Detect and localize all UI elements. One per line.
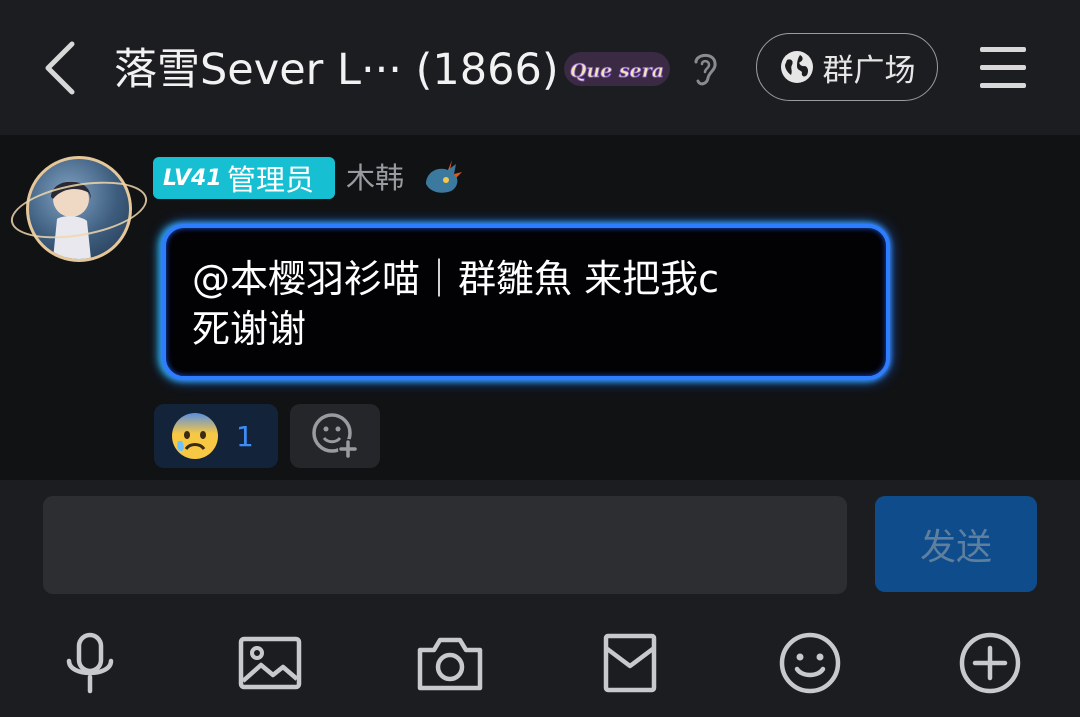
voice-button[interactable] xyxy=(55,628,125,698)
add-emoji-icon xyxy=(312,413,358,459)
plus-icon xyxy=(959,632,1021,694)
red-packet-icon xyxy=(603,633,657,693)
group-plaza-label: 群广场 xyxy=(822,52,916,89)
message-text-line-2: 死谢谢 xyxy=(192,307,307,351)
anxious-face-with-sweat-icon xyxy=(172,413,218,459)
more-button[interactable] xyxy=(955,628,1025,698)
group-plaza-button[interactable]: 群广场 xyxy=(756,33,938,101)
hamburger-menu-icon[interactable] xyxy=(978,44,1030,90)
image-button[interactable] xyxy=(235,628,305,698)
ear-icon[interactable] xyxy=(688,48,722,90)
back-button[interactable] xyxy=(34,36,86,100)
emoji-icon xyxy=(779,632,841,694)
sender-avatar[interactable] xyxy=(6,148,152,268)
reaction-pill[interactable]: 1 xyxy=(154,404,278,468)
que-sera-badge-icon: Que sera xyxy=(564,52,670,86)
level-role-badge: LV41 管理员 xyxy=(153,157,335,199)
message-input[interactable] xyxy=(43,496,847,594)
svg-text:Que sera: Que sera xyxy=(570,60,664,82)
camera-icon xyxy=(417,637,483,691)
add-reaction-button[interactable] xyxy=(290,404,380,468)
image-icon xyxy=(238,636,302,690)
message-text-line-1: @本樱羽衫喵｜群雛魚 来把我c xyxy=(192,257,719,301)
emoji-button[interactable] xyxy=(775,628,845,698)
chat-header: 落雪Sever L··· (1866) Que sera 群广场 xyxy=(0,0,1080,135)
sender-name[interactable]: 木韩 xyxy=(346,157,404,199)
send-button[interactable]: 发送 xyxy=(875,496,1037,592)
chevron-left-icon xyxy=(45,41,75,95)
role-label: 管理员 xyxy=(227,163,315,197)
level-label: LV41 xyxy=(163,165,222,191)
camera-button[interactable] xyxy=(415,628,485,698)
microphone-icon xyxy=(66,632,114,694)
group-title[interactable]: 落雪Sever L··· (1866) xyxy=(114,40,559,100)
reaction-count: 1 xyxy=(236,419,254,453)
globe-icon xyxy=(780,51,813,83)
dragon-icon xyxy=(426,160,462,193)
message-bubble[interactable]: @本樱羽衫喵｜群雛魚 来把我c 死谢谢 xyxy=(162,224,890,380)
message-text: @本樱羽衫喵｜群雛魚 来把我c 死谢谢 xyxy=(192,254,852,354)
avatar-frame-ring xyxy=(6,172,152,248)
red-packet-button[interactable] xyxy=(595,628,665,698)
